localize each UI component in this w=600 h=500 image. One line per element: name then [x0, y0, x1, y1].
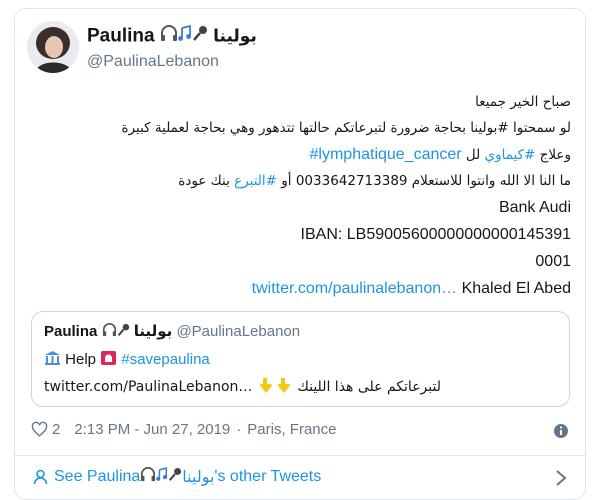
tweet-line-2: لو سمحتوا #بولينا بحاجة ضرورة لتبرعاتكم …	[121, 120, 571, 136]
iban: IBAN: LB59005600000000000145391	[300, 226, 571, 243]
bank-name: Bank Audi	[498, 199, 571, 216]
chevron-right-icon[interactable]	[555, 469, 567, 487]
like-count[interactable]: 2	[52, 421, 60, 438]
quoted-arabic-text: لتبرعاتكم على هذا اللينك	[297, 379, 441, 395]
microphone-icon	[168, 467, 182, 487]
pointing-down-icon	[257, 376, 275, 398]
hashtag-chemo[interactable]: #كيماوي	[485, 147, 536, 163]
quoted-link[interactable]: twitter.com/PaulinaLebanon…	[44, 379, 252, 395]
tweet-line-1: صباح الخير جميعا	[475, 94, 571, 110]
hashtag-donation[interactable]: #التبرع	[234, 173, 277, 189]
music-notes-icon	[178, 24, 192, 48]
author-handle[interactable]: @PaulinaLebanon	[87, 53, 219, 71]
tweet-line-4: ما النا الا الله وانتوا للاستعلام 003364…	[27, 168, 571, 194]
headphones-icon	[160, 25, 178, 48]
author-name[interactable]: Paulina بولينا	[87, 24, 257, 48]
headphones-icon	[140, 467, 156, 487]
quoted-help-text: Help	[65, 350, 97, 368]
pointing-down-icon	[275, 376, 293, 398]
quoted-author[interactable]: Paulina بولينا @PaulinaLebanon	[44, 322, 300, 341]
account-holder: Khaled El Abed	[457, 280, 571, 297]
profile-link[interactable]: twitter.com/paulinalebanon…	[252, 280, 457, 297]
quoted-tweet[interactable]: Paulina بولينا @PaulinaLebanon Help #sav…	[31, 311, 570, 407]
author-display-name: Paulina	[87, 25, 155, 47]
location[interactable]: Paris, France	[247, 421, 336, 438]
footer-divider	[15, 455, 585, 456]
siren-icon	[100, 350, 117, 370]
music-notes-icon	[156, 467, 168, 487]
tweet-card: Paulina بولينا @PaulinaLebanon صباح الخي…	[14, 8, 586, 500]
tweet-text: صباح الخير جميعا لو سمحتوا #بولينا بحاجة…	[27, 89, 571, 302]
quoted-line-1: Help #savepaulina	[44, 350, 210, 370]
tweet-line-4-suffix: بنك عودة	[178, 173, 235, 189]
timestamp[interactable]: 2:13 PM - Jun 27, 2019	[74, 421, 230, 438]
heart-icon[interactable]	[31, 421, 48, 438]
footer-arabic-name: بولينا	[182, 469, 215, 486]
quoted-author-arabic-name: بولينا	[133, 323, 173, 340]
see-other-tweets-link[interactable]: See Paulina بولينا's other Tweets	[33, 467, 321, 487]
tweet-line-3-mid: لل	[461, 147, 485, 163]
avatar[interactable]	[27, 21, 79, 73]
meta-separator: ·	[236, 421, 242, 438]
footer-prefix: See Paulina	[54, 468, 141, 485]
author-arabic-name: بولينا	[213, 26, 257, 47]
microphone-icon	[117, 323, 130, 341]
info-icon[interactable]	[553, 423, 569, 439]
tweet-line-3: وعلاج #كيماوي لل #lymphatique_cancer	[27, 141, 571, 168]
hashtag-savepaulina[interactable]: #savepaulina	[121, 351, 209, 368]
quoted-author-handle: @PaulinaLebanon	[176, 323, 301, 340]
tweet-line-4-prefix: ما النا الا الله وانتوا للاستعلام 003364…	[276, 173, 571, 189]
footer-suffix: 's other Tweets	[214, 468, 322, 485]
iban-continuation: 0001	[535, 253, 571, 270]
headphones-icon	[102, 323, 117, 341]
tweet-line-link: twitter.com/paulinalebanon… Khaled El Ab…	[27, 275, 571, 302]
tweet-meta: 2 2:13 PM - Jun 27, 2019 · Paris, France	[31, 421, 336, 438]
quoted-author-name: Paulina	[44, 323, 98, 340]
bank-icon	[44, 350, 61, 370]
microphone-icon	[192, 25, 208, 48]
hashtag-lymphatique-cancer[interactable]: #lymphatique_cancer	[310, 146, 462, 163]
person-icon	[33, 469, 48, 485]
tweet-line-3-prefix: وعلاج	[535, 147, 571, 163]
quoted-line-2: twitter.com/PaulinaLebanon… لتبرعاتكم عل…	[44, 376, 441, 398]
